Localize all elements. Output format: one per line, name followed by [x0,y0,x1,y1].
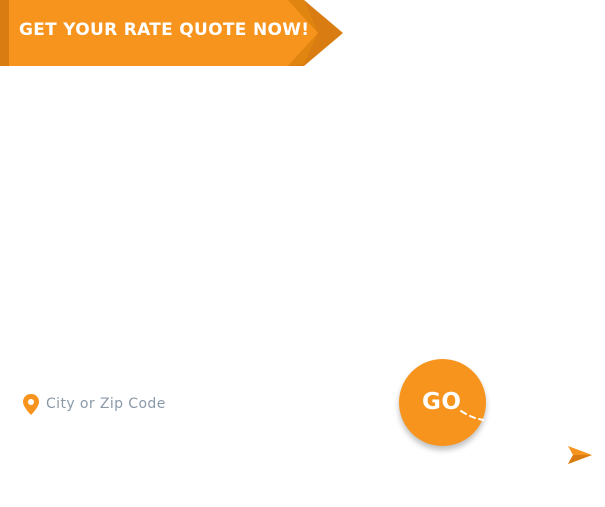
go-trail-decoration [460,410,484,421]
quote-banner: GET YOUR RATE QUOTE NOW! [0,0,345,66]
map-pin-icon [22,393,40,415]
banner-title: GET YOUR RATE QUOTE NOW! [19,20,310,40]
city-zip-input[interactable] [46,396,326,412]
location-field[interactable] [22,392,352,416]
paper-plane-icon[interactable] [568,444,592,466]
go-button[interactable]: GO [399,359,486,446]
quote-widget: GET YOUR RATE QUOTE NOW! GO [0,0,605,507]
